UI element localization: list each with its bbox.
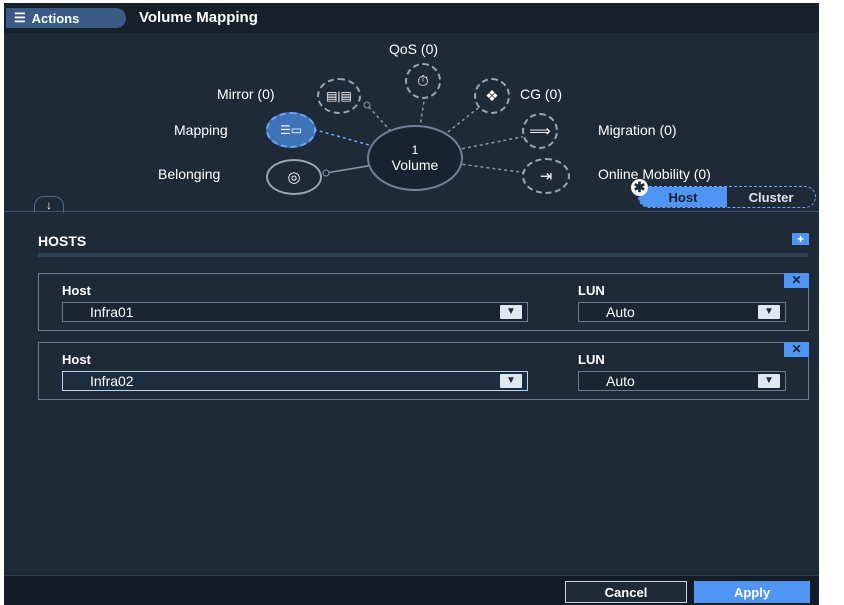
mapping-label: Mapping [174, 122, 228, 138]
lun-select-1[interactable]: Auto ▼ [578, 302, 786, 322]
remove-row-2-button[interactable]: ✕ [784, 342, 809, 357]
lun-select-value: Auto [606, 373, 635, 389]
migration-label: Migration (0) [598, 122, 677, 138]
toggle-cluster[interactable]: Cluster [727, 187, 815, 207]
apply-button[interactable]: Apply [694, 581, 810, 603]
lun-select-value: Auto [606, 304, 635, 320]
migration-icon: ⟹ [529, 123, 551, 140]
mirror-storage-icon: ▤|▤ [326, 89, 352, 103]
chevron-down-icon: ▼ [500, 374, 522, 388]
hosts-section-title: HOSTS [38, 233, 87, 249]
actions-label: Actions [31, 10, 80, 26]
belonging-label: Belonging [158, 166, 221, 182]
volume-mapping-panel: ☰ Actions Volume Mapping QoS (0) ⏱ Mirro… [4, 3, 819, 605]
section-divider [4, 211, 819, 212]
online-mobility-label: Online Mobility (0) [598, 166, 711, 182]
host-select-2[interactable]: Infra02 ▼ [62, 371, 528, 391]
hosts-underline [38, 253, 808, 257]
add-host-button[interactable]: + [792, 233, 809, 245]
volume-count: 1 [411, 143, 419, 157]
qos-node[interactable]: ⏱ [405, 63, 441, 99]
toggle-host[interactable]: Host [639, 187, 727, 207]
host-cluster-toggle[interactable]: Host Cluster [638, 186, 816, 208]
volume-center-node[interactable]: 1 Volume [367, 125, 463, 191]
footer-bar: Cancel Apply [4, 575, 819, 605]
chevron-down-icon: ▼ [500, 305, 522, 319]
host-select-value: Infra01 [90, 304, 134, 320]
host-select-value: Infra02 [90, 373, 134, 389]
mirror-label: Mirror (0) [217, 86, 275, 102]
online-mobility-node[interactable]: ⇥ [522, 158, 570, 194]
mirror-node[interactable]: ▤|▤ [317, 78, 361, 114]
host-mapping-icon: ☰▭ [279, 123, 303, 137]
host-label: Host [62, 352, 91, 367]
cg-node[interactable]: ❖ [474, 78, 510, 114]
consistency-group-icon: ❖ [485, 88, 499, 105]
lun-label: LUN [578, 352, 605, 367]
volume-label: Volume [391, 157, 439, 173]
header-bar: ☰ Actions Volume Mapping [4, 3, 819, 33]
belonging-node[interactable]: ◎ [266, 159, 322, 195]
cancel-button[interactable]: Cancel [565, 581, 687, 603]
disk-icon: ◎ [287, 169, 301, 186]
host-row-2: ✕ Host LUN Infra02 ▼ Auto ▼ [38, 342, 809, 400]
host-select-1[interactable]: Infra01 ▼ [62, 302, 528, 322]
lun-select-2[interactable]: Auto ▼ [578, 371, 786, 391]
actions-menu-button[interactable]: ☰ Actions [6, 8, 126, 28]
remove-row-1-button[interactable]: ✕ [784, 273, 809, 288]
required-star-icon: ✱ [631, 179, 648, 196]
lun-label: LUN [578, 283, 605, 298]
host-label: Host [62, 283, 91, 298]
page-title: Volume Mapping [139, 9, 258, 26]
host-row-1: ✕ Host LUN Infra01 ▼ Auto ▼ [38, 273, 809, 331]
chevron-down-icon: ▼ [758, 305, 780, 319]
chevron-down-icon: ▼ [758, 374, 780, 388]
stopwatch-icon: ⏱ [417, 72, 429, 90]
hamburger-icon: ☰ [14, 10, 26, 25]
arrow-down-icon: ↓ [46, 198, 52, 212]
cg-label: CG (0) [520, 86, 562, 102]
online-mobility-icon: ⇥ [539, 168, 553, 185]
migration-node[interactable]: ⟹ [522, 113, 558, 149]
mapping-node[interactable]: ☰▭ [266, 112, 316, 148]
qos-label: QoS (0) [389, 41, 439, 57]
